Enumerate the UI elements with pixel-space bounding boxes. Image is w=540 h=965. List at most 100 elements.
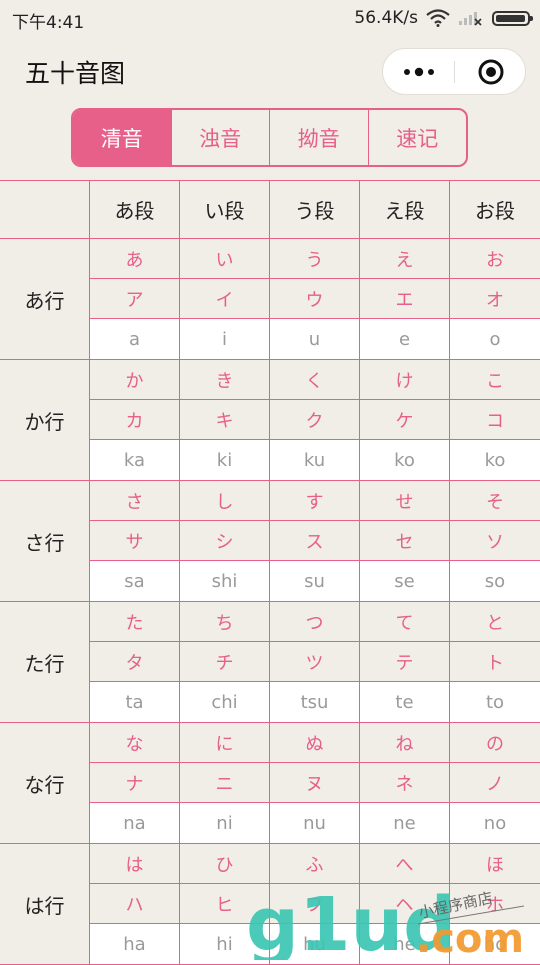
hiragana-cell[interactable]: に (180, 723, 270, 762)
katakana-cell[interactable]: イ (180, 279, 270, 318)
hiragana-cell[interactable]: す (270, 481, 360, 520)
tab-dakuon[interactable]: 浊音 (170, 110, 270, 165)
katakana-cell[interactable]: ニ (180, 763, 270, 802)
hiragana-cell[interactable]: ね (360, 723, 450, 762)
romaji-cell[interactable]: sa (90, 561, 180, 601)
romaji-cell[interactable]: ku (270, 440, 360, 480)
romaji-cell[interactable]: te (360, 682, 450, 722)
hiragana-cell[interactable]: ひ (180, 844, 270, 883)
tab-memo[interactable]: 速记 (367, 110, 467, 165)
katakana-cell[interactable]: キ (180, 400, 270, 439)
romaji-cell[interactable]: o (450, 319, 540, 359)
katakana-cell[interactable]: ク (270, 400, 360, 439)
romaji-cell[interactable]: no (450, 803, 540, 843)
katakana-cell[interactable]: フ (270, 884, 360, 923)
romaji-cell[interactable]: ki (180, 440, 270, 480)
romaji-row: ta chi tsu te to (90, 682, 540, 722)
romaji-cell[interactable]: nu (270, 803, 360, 843)
katakana-cell[interactable]: シ (180, 521, 270, 560)
katakana-cell[interactable]: ト (450, 642, 540, 681)
romaji-cell[interactable]: chi (180, 682, 270, 722)
katakana-cell[interactable]: タ (90, 642, 180, 681)
hiragana-cell[interactable]: ぬ (270, 723, 360, 762)
romaji-cell[interactable]: so (450, 561, 540, 601)
close-button[interactable] (455, 49, 526, 94)
katakana-cell[interactable]: ウ (270, 279, 360, 318)
hiragana-cell[interactable]: た (90, 602, 180, 641)
hiragana-cell[interactable]: て (360, 602, 450, 641)
hiragana-cell[interactable]: ち (180, 602, 270, 641)
romaji-cell[interactable]: i (180, 319, 270, 359)
romaji-cell[interactable]: ta (90, 682, 180, 722)
romaji-cell[interactable]: u (270, 319, 360, 359)
hiragana-cell[interactable]: い (180, 239, 270, 278)
romaji-cell[interactable]: ko (450, 440, 540, 480)
romaji-cell[interactable]: hu (270, 924, 360, 964)
romaji-cell[interactable]: na (90, 803, 180, 843)
katakana-cell[interactable]: ソ (450, 521, 540, 560)
romaji-cell[interactable]: shi (180, 561, 270, 601)
hiragana-cell[interactable]: く (270, 360, 360, 399)
tab-youon[interactable]: 拗音 (269, 110, 368, 165)
hiragana-cell[interactable]: は (90, 844, 180, 883)
romaji-cell[interactable]: e (360, 319, 450, 359)
katakana-cell[interactable]: ハ (90, 884, 180, 923)
hiragana-cell[interactable]: う (270, 239, 360, 278)
katakana-cell[interactable]: ケ (360, 400, 450, 439)
katakana-cell[interactable]: ノ (450, 763, 540, 802)
katakana-cell[interactable]: ヒ (180, 884, 270, 923)
hiragana-cell[interactable]: さ (90, 481, 180, 520)
hiragana-cell[interactable]: か (90, 360, 180, 399)
katakana-cell[interactable]: エ (360, 279, 450, 318)
katakana-cell[interactable]: ス (270, 521, 360, 560)
katakana-cell[interactable]: ツ (270, 642, 360, 681)
romaji-cell[interactable]: ne (360, 803, 450, 843)
romaji-cell[interactable]: ka (90, 440, 180, 480)
hiragana-cell[interactable]: の (450, 723, 540, 762)
hiragana-cell[interactable]: こ (450, 360, 540, 399)
hiragana-cell[interactable]: ふ (270, 844, 360, 883)
romaji-cell[interactable]: se (360, 561, 450, 601)
katakana-cell[interactable]: ア (90, 279, 180, 318)
romaji-cell[interactable]: ni (180, 803, 270, 843)
hiragana-cell[interactable]: け (360, 360, 450, 399)
romaji-cell[interactable]: a (90, 319, 180, 359)
hiragana-cell[interactable]: お (450, 239, 540, 278)
romaji-cell[interactable]: su (270, 561, 360, 601)
katakana-cell[interactable]: セ (360, 521, 450, 560)
katakana-cell[interactable]: コ (450, 400, 540, 439)
katakana-cell[interactable]: ナ (90, 763, 180, 802)
katakana-cell[interactable]: カ (90, 400, 180, 439)
romaji-cell[interactable]: hi (180, 924, 270, 964)
katakana-cell[interactable]: ヘ (360, 884, 450, 923)
romaji-cell[interactable]: ko (360, 440, 450, 480)
romaji-cell[interactable]: tsu (270, 682, 360, 722)
hiragana-cell[interactable]: つ (270, 602, 360, 641)
column-header: い段 (180, 181, 270, 238)
hiragana-cell[interactable]: そ (450, 481, 540, 520)
tab-seion[interactable]: 清音 (73, 110, 171, 165)
hiragana-cell[interactable]: し (180, 481, 270, 520)
katakana-cell[interactable]: サ (90, 521, 180, 560)
romaji-cell[interactable]: he (360, 924, 450, 964)
more-button[interactable] (383, 49, 454, 94)
page-title: 五十音图 (25, 59, 126, 88)
hiragana-cell[interactable]: え (360, 239, 450, 278)
hiragana-cell[interactable]: へ (360, 844, 450, 883)
hiragana-cell[interactable]: な (90, 723, 180, 762)
row-label: た行 (0, 602, 90, 722)
katakana-cell[interactable]: チ (180, 642, 270, 681)
romaji-cell[interactable]: ha (90, 924, 180, 964)
hiragana-cell[interactable]: き (180, 360, 270, 399)
hiragana-cell[interactable]: ほ (450, 844, 540, 883)
hiragana-cell[interactable]: せ (360, 481, 450, 520)
katakana-cell[interactable]: ホ (450, 884, 540, 923)
katakana-cell[interactable]: オ (450, 279, 540, 318)
katakana-cell[interactable]: テ (360, 642, 450, 681)
romaji-cell[interactable]: ho (450, 924, 540, 964)
katakana-cell[interactable]: ネ (360, 763, 450, 802)
hiragana-cell[interactable]: と (450, 602, 540, 641)
romaji-cell[interactable]: to (450, 682, 540, 722)
katakana-cell[interactable]: ヌ (270, 763, 360, 802)
hiragana-cell[interactable]: あ (90, 239, 180, 278)
